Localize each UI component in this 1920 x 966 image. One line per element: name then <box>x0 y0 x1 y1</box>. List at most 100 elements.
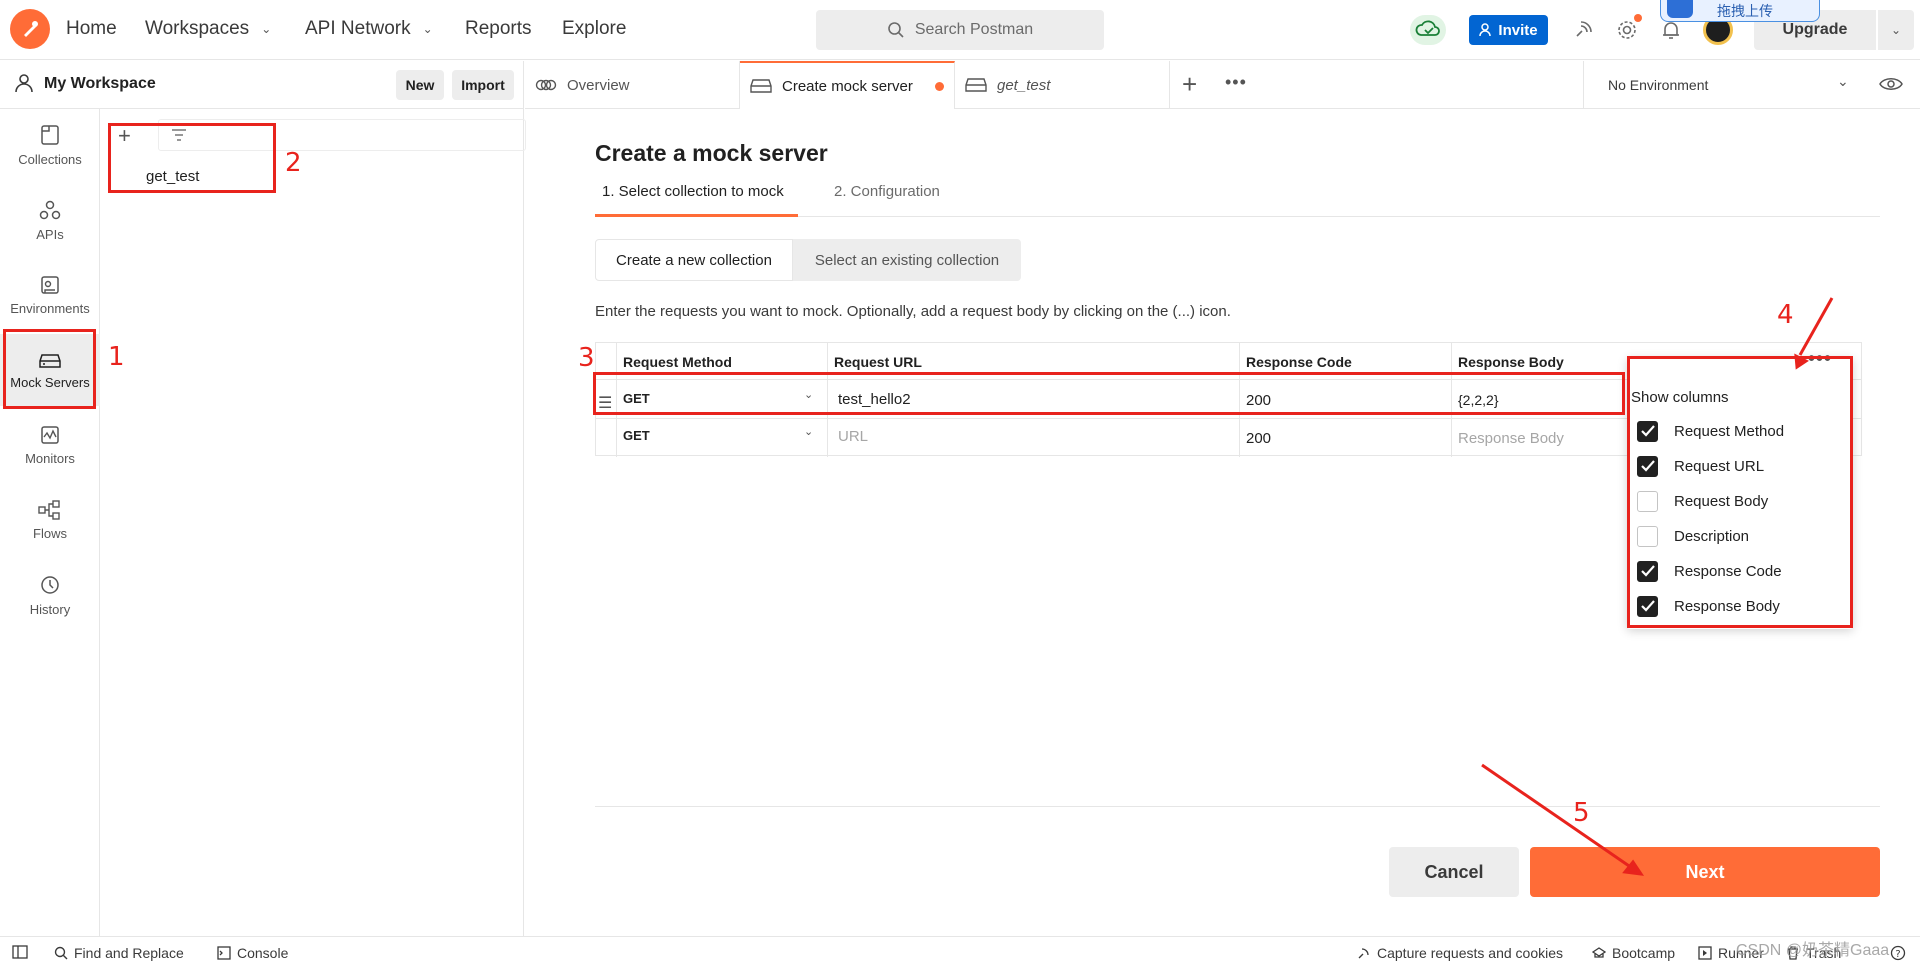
segment-create-new-collection[interactable]: Create a new collection <box>595 239 793 281</box>
cloud-upload-icon <box>1667 0 1693 18</box>
top-bar: Home Workspaces ⌄ API Network ⌄ Reports Ex… <box>0 0 1920 60</box>
postman-logo[interactable] <box>10 9 50 49</box>
row-1-url-input[interactable]: test_hello2 <box>838 391 911 408</box>
row-2-url-input[interactable]: URL <box>838 428 868 445</box>
toggle-sidebar-icon[interactable] <box>12 945 28 959</box>
sidebar-item-history[interactable]: History <box>0 559 100 631</box>
search-icon <box>54 946 68 960</box>
column-header-request-url: Request URL <box>834 354 922 370</box>
checkbox-checked-icon[interactable] <box>1637 560 1658 582</box>
sidebar-item-mock-servers[interactable]: Mock Servers <box>0 334 100 406</box>
drag-handle-icon[interactable]: ☰ <box>598 393 612 413</box>
nav-home[interactable]: Home <box>66 18 117 40</box>
sidebar-item-collections[interactable]: Collections <box>0 109 100 181</box>
apis-icon <box>39 200 61 219</box>
sidebar-item-monitors[interactable]: Monitors <box>0 409 100 481</box>
column-divider <box>616 343 617 457</box>
satellite-icon[interactable] <box>1569 16 1597 44</box>
page-title: Create a mock server <box>595 140 828 166</box>
settings-badge <box>1634 14 1642 22</box>
unsaved-dot <box>934 81 944 91</box>
column-toggle-request-url[interactable]: Request URL <box>1637 455 1764 477</box>
find-and-replace-button[interactable]: Find and Replace <box>54 945 184 961</box>
console-button[interactable]: Console <box>217 945 288 961</box>
nav-api-network[interactable]: API Network ⌄ <box>305 18 433 40</box>
tab-overview[interactable]: Overview <box>525 61 740 109</box>
capture-requests-button[interactable]: Capture requests and cookies <box>1357 945 1563 961</box>
row-1-method-select[interactable]: GET <box>623 391 650 406</box>
checkbox-unchecked-icon[interactable] <box>1637 525 1658 547</box>
nav-workspaces[interactable]: Workspaces ⌄ <box>145 18 271 40</box>
column-toggle-response-body[interactable]: Response Body <box>1637 595 1780 617</box>
tab-more-icon[interactable]: ••• <box>1225 72 1247 93</box>
row-2-method-select[interactable]: GET <box>623 428 650 443</box>
bootcamp-icon <box>1592 947 1606 958</box>
more-options-icon[interactable]: ••• <box>1808 348 1832 371</box>
checkbox-checked-icon[interactable] <box>1637 420 1658 442</box>
next-button[interactable]: Next <box>1530 847 1880 897</box>
annotation-number-2: 2 <box>285 148 302 178</box>
column-header-response-code: Response Code <box>1246 354 1352 370</box>
sidebar-item-flows[interactable]: Flows <box>0 484 100 556</box>
new-tab-plus-icon[interactable]: + <box>1182 69 1197 100</box>
search-placeholder: Search Postman <box>914 21 1034 38</box>
chevron-down-icon: ⌄ <box>261 22 272 36</box>
new-button[interactable]: New <box>396 70 444 100</box>
sync-status-icon[interactable] <box>1410 15 1446 45</box>
environments-icon <box>41 275 59 294</box>
chevron-down-icon: ⌄ <box>804 389 814 401</box>
checkbox-checked-icon[interactable] <box>1637 455 1658 477</box>
flows-icon <box>38 499 60 520</box>
column-toggle-request-body[interactable]: Request Body <box>1637 490 1768 512</box>
step-select-collection[interactable]: 1. Select collection to mock <box>602 183 784 200</box>
satellite-icon <box>1358 948 1369 959</box>
watermark: CSDN @奶茶精Gaaa <box>1736 942 1890 959</box>
user-icon <box>14 73 34 97</box>
sidebar-item-apis[interactable]: APIs <box>0 184 100 256</box>
footer-divider <box>595 806 1880 807</box>
filter-input[interactable] <box>158 119 526 151</box>
console-icon <box>217 946 231 960</box>
row-2-body-input[interactable]: Response Body <box>1458 430 1564 447</box>
nav-explore[interactable]: Explore <box>562 18 626 40</box>
active-step-indicator <box>595 214 798 217</box>
show-columns-popover: Show columns Request Method Request URL … <box>1627 357 1853 629</box>
chevron-down-icon: ⌄ <box>804 426 814 438</box>
row-2-code-input[interactable]: 200 <box>1246 430 1271 447</box>
mock-server-item[interactable]: get_test <box>146 168 199 185</box>
eye-icon[interactable] <box>1879 76 1903 92</box>
checkbox-checked-icon[interactable] <box>1637 595 1658 617</box>
overview-icon <box>535 79 557 91</box>
status-bar: Find and Replace Console Capture request… <box>0 936 1920 966</box>
nav-reports[interactable]: Reports <box>465 18 532 40</box>
tab-create-mock-server[interactable]: Create mock server <box>740 61 955 109</box>
upgrade-menu-button[interactable]: ⌄ <box>1878 10 1914 50</box>
annotation-number-3: 3 <box>578 343 595 373</box>
bootcamp-button[interactable]: Bootcamp <box>1592 945 1675 961</box>
svg-text:?: ? <box>1895 949 1900 960</box>
invite-button[interactable]: Invite <box>1469 15 1548 45</box>
column-toggle-request-method[interactable]: Request Method <box>1637 420 1784 442</box>
segment-select-existing-collection[interactable]: Select an existing collection <box>793 239 1021 281</box>
chevron-down-icon: ⌄ <box>1890 23 1902 37</box>
column-header-response-body: Response Body <box>1458 354 1564 370</box>
checkbox-unchecked-icon[interactable] <box>1637 490 1658 512</box>
annotation-number-5: 5 <box>1573 798 1590 828</box>
import-button[interactable]: Import <box>452 70 514 100</box>
tab-get-test[interactable]: get_test <box>955 61 1170 109</box>
help-icon[interactable]: ? <box>1890 945 1906 961</box>
row-1-body-input[interactable]: {2,2,2} <box>1458 392 1499 408</box>
search-bar[interactable]: Search Postman <box>816 10 1104 50</box>
column-toggle-response-code[interactable]: Response Code <box>1637 560 1782 582</box>
sidebar-item-environments[interactable]: Environments <box>0 259 100 331</box>
sidebar-rail: Collections APIs Environments Mock Serve… <box>0 109 100 936</box>
step-configuration[interactable]: 2. Configuration <box>834 183 940 200</box>
upload-popup[interactable]: 拖拽上传 <box>1660 0 1820 22</box>
environment-selector[interactable]: No Environment ⌄ <box>1583 61 1920 109</box>
chevron-down-icon: ⌄ <box>422 22 433 36</box>
add-mock-server-button[interactable]: + <box>118 123 131 149</box>
cancel-button[interactable]: Cancel <box>1389 847 1519 897</box>
row-1-code-input[interactable]: 200 <box>1246 392 1271 409</box>
column-toggle-description[interactable]: Description <box>1637 525 1749 547</box>
mock-server-icon <box>750 79 772 93</box>
